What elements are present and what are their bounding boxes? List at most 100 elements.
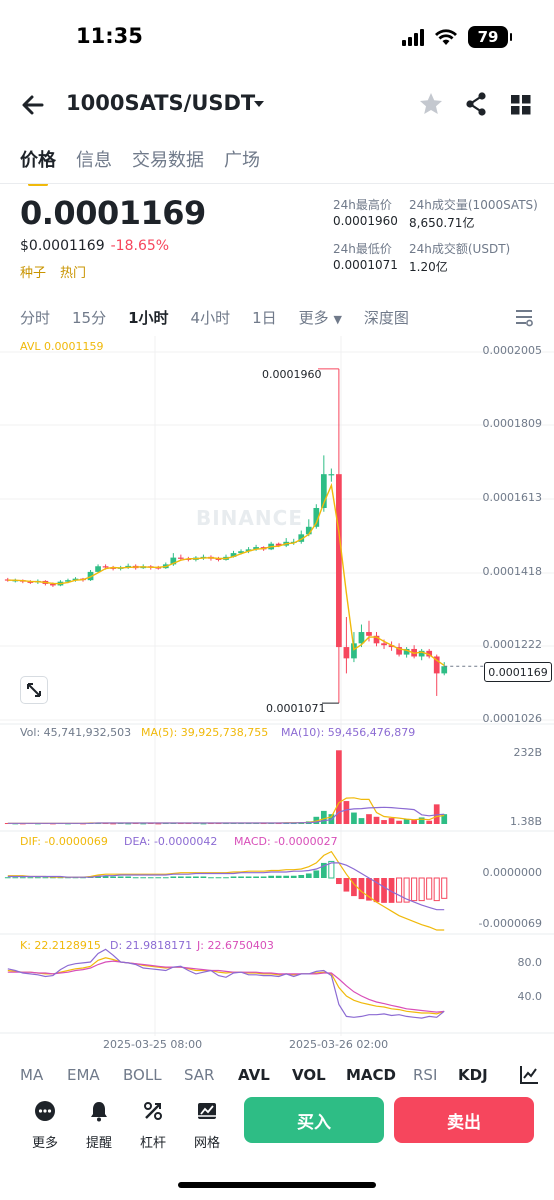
indicator-kdj[interactable]: KDJ [458, 1066, 502, 1084]
kdj-k-line [7, 957, 445, 1015]
wifi-icon [435, 29, 457, 45]
dea-label: DEA: -0.0000042 [124, 835, 218, 848]
indicator-macd[interactable]: MACD [346, 1066, 413, 1084]
tool-grid-trading[interactable]: 网格 [185, 1100, 229, 1151]
tab-price[interactable]: 价格 [20, 146, 56, 186]
macd-histogram-bar [193, 876, 199, 878]
indicator-ma[interactable]: MA [20, 1066, 67, 1084]
avl-label: AVL 0.0001159 [20, 340, 104, 353]
indicator-vol[interactable]: VOL [292, 1066, 346, 1084]
home-indicator [178, 1182, 376, 1188]
macd-histogram-bar [140, 877, 147, 879]
indicator-sar[interactable]: SAR [184, 1066, 238, 1084]
indicator-rsi[interactable]: RSI [413, 1066, 458, 1084]
interval-timeline[interactable]: 分时 [20, 307, 50, 328]
volume-bar [358, 818, 365, 824]
interval-bar: 分时 15分 1小时 4小时 1日 更多 ▼ 深度图 [20, 307, 431, 328]
tool-more-label: 更多 [31, 1136, 58, 1151]
status-icons: 79 [402, 26, 512, 48]
buy-button[interactable]: 买入 [244, 1097, 384, 1143]
share-icon[interactable] [464, 91, 488, 117]
interval-15m[interactable]: 15分 [72, 307, 106, 328]
tool-leverage[interactable]: 杠杆 [131, 1100, 175, 1151]
macd-histogram-bar [298, 874, 305, 878]
more-icon [35, 1101, 55, 1121]
vol-base-value: 8,650.71亿 [409, 216, 475, 230]
interval-1h[interactable]: 1小时 [128, 307, 168, 328]
macd-histogram-bar [110, 876, 116, 878]
macd-histogram-bar [290, 875, 297, 878]
favorite-star-icon[interactable] [418, 91, 444, 117]
high-marker-label: 0.0001960 [262, 368, 322, 381]
tab-trading-data[interactable]: 交易数据 [132, 146, 204, 182]
tool-grid-trading-label: 网格 [193, 1136, 220, 1151]
indicator-ema[interactable]: EMA [67, 1066, 123, 1084]
price-axis-tick: 0.0001222 [482, 638, 543, 651]
tool-alert[interactable]: 提醒 [77, 1100, 121, 1151]
chart-type-icon[interactable] [518, 1064, 540, 1086]
tab-info[interactable]: 信息 [76, 146, 112, 182]
indicator-avl[interactable]: AVL [238, 1066, 292, 1084]
macd-histogram-bar [245, 876, 252, 878]
current-price-tag[interactable]: 0.0001169 [484, 662, 552, 682]
candle-body [381, 643, 387, 646]
vol-ma10-label: MA(10): 59,456,476,879 [281, 726, 416, 739]
macd-histogram-bar [4, 877, 11, 879]
price-usd-row: $0.0001169 -18.65% [20, 238, 169, 254]
price-axis-tick: 0.0001418 [482, 565, 543, 578]
macd-histogram-bar [19, 877, 26, 879]
last-price: 0.0001169 [20, 194, 206, 232]
vol-axis-top: 232B [513, 746, 542, 759]
chart-settings-icon[interactable] [514, 307, 534, 327]
kdj-k-label: K: 22.2128915 [20, 939, 101, 952]
vol-quote-value: 1.20亿 [409, 260, 448, 274]
interval-more[interactable]: 更多 ▼ [299, 307, 342, 328]
macd-histogram-bar [230, 876, 237, 878]
depth-chart-tab[interactable]: 深度图 [364, 307, 409, 328]
volume-bar [351, 812, 357, 824]
volume-bar [426, 820, 433, 824]
interval-4h[interactable]: 4小时 [191, 307, 231, 328]
macd-histogram-bar [283, 875, 290, 878]
vol-quote-label: 24h成交额(USDT) [409, 242, 511, 256]
layout-grid-icon[interactable] [510, 91, 532, 117]
expand-fullscreen-icon[interactable] [20, 676, 48, 704]
vol-label: Vol: 45,741,932,503 [20, 726, 132, 739]
tool-more[interactable]: 更多 [23, 1100, 67, 1151]
date-label: 2025-03-26 02:00 [289, 1038, 389, 1051]
pair-title[interactable]: 1000SATS/USDT [66, 91, 255, 115]
macd-label: MACD: -0.0000027 [234, 835, 338, 848]
macd-histogram-bar [125, 876, 132, 878]
volume-bar [343, 801, 350, 824]
volume-bar [373, 816, 380, 824]
battery-indicator: 79 [468, 26, 512, 48]
tag-seed[interactable]: 种子 [20, 262, 46, 281]
interval-1d[interactable]: 1日 [252, 307, 277, 328]
macd-histogram-bar [27, 877, 34, 879]
kline-chart[interactable]: BINANCE AVL 0.0001159 0.0002005 0.000180… [0, 336, 554, 1056]
price-usd: $0.0001169 [20, 238, 105, 254]
macd-histogram-bar [177, 876, 184, 878]
date-label: 2025-03-25 08:00 [103, 1038, 203, 1051]
vol-ma5-label: MA(5): 39,925,738,755 [141, 726, 269, 739]
tag-hot[interactable]: 热门 [60, 262, 86, 281]
price-axis-tick: 0.0002005 [482, 344, 543, 357]
sell-button[interactable]: 卖出 [394, 1097, 534, 1143]
cellular-signal-icon [402, 28, 424, 46]
volume-bar [381, 820, 387, 824]
macd-histogram-bar [418, 877, 425, 902]
indicator-boll[interactable]: BOLL [123, 1066, 184, 1084]
macd-histogram-bar [117, 876, 124, 878]
macd-histogram-bar [208, 877, 214, 879]
vol-base-label: 24h成交量(1000SATS) [409, 198, 538, 212]
caret-down-icon: ▼ [333, 313, 342, 326]
caret-down-icon[interactable] [252, 97, 266, 111]
volume-bar [320, 810, 327, 824]
macd-histogram-bar [441, 877, 448, 899]
tab-square[interactable]: 广场 [224, 146, 260, 182]
macd-histogram-bar [381, 878, 387, 903]
low-value: 0.0001071 [333, 258, 398, 272]
back-arrow-icon[interactable] [18, 90, 48, 120]
token-tags: 种子 热门 [20, 262, 86, 281]
macd-histogram-bar [12, 877, 19, 879]
